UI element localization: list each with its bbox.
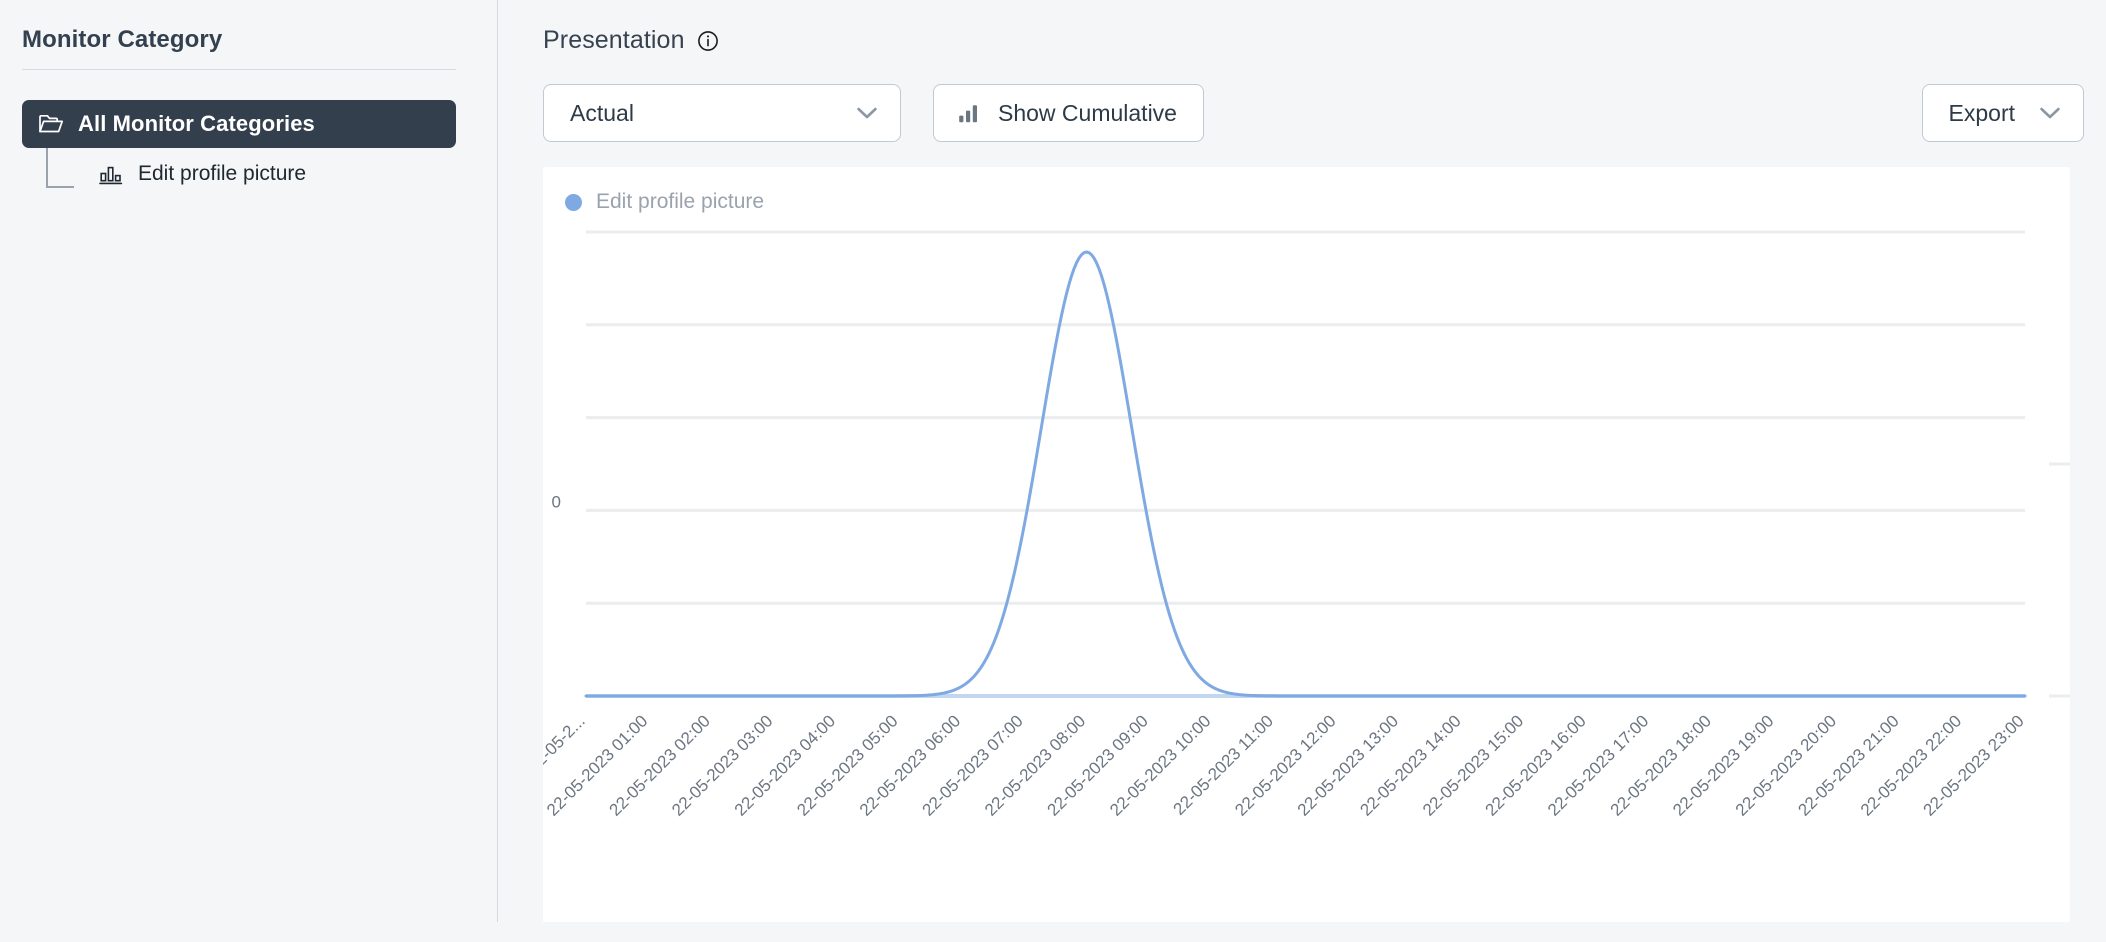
presentation-select[interactable]: Actual: [543, 84, 901, 142]
sidebar-title: Monitor Category: [22, 26, 223, 53]
chevron-down-icon: [2039, 106, 2061, 120]
export-label: Export: [1948, 99, 2015, 126]
page-header: Presentation: [543, 26, 719, 55]
chart-plot-area[interactable]: 0 22-05-2... 22-05-2023 01:00 22-05-2023 02…: [543, 167, 2070, 922]
sidebar: Monitor Category All Monitor Categories: [0, 0, 498, 942]
chevron-down-icon: [856, 106, 878, 120]
page-title: Presentation: [543, 26, 685, 54]
bar-chart-icon: [98, 163, 124, 185]
monitor-category-tree: All Monitor Categories Edit profile pict…: [22, 100, 456, 194]
sidebar-item-edit-profile-picture[interactable]: Edit profile picture: [56, 154, 456, 194]
svg-text:0: 0: [552, 492, 561, 511]
sidebar-item-label: All Monitor Categories: [78, 111, 315, 136]
main-panel: Presentation Actual Show Cumulative Expo…: [498, 0, 2106, 942]
sidebar-item-label: Edit profile picture: [138, 162, 307, 185]
show-cumulative-label: Show Cumulative: [998, 99, 1177, 126]
folder-open-icon: [38, 113, 64, 135]
chart-card: Edit profile picture 0 22-05-2... 22-05-20…: [543, 167, 2070, 922]
monitor-category-page: Monitor Category All Monitor Categories: [0, 0, 2106, 942]
sidebar-divider: [22, 69, 456, 70]
bar-chart-icon: [958, 103, 980, 123]
tree-children: Edit profile picture: [22, 148, 456, 194]
presentation-select-value: Actual: [570, 99, 634, 126]
info-circle-icon[interactable]: [697, 30, 719, 52]
chart-toolbar: Actual Show Cumulative Export: [543, 84, 2084, 142]
line-chart-svg: 022-05-2...22-05-2023 01:0022-05-2023 02…: [543, 230, 2070, 820]
show-cumulative-button[interactable]: Show Cumulative: [933, 84, 1204, 142]
sidebar-item-all-monitor-categories[interactable]: All Monitor Categories: [22, 100, 456, 148]
export-button[interactable]: Export: [1921, 84, 2084, 142]
